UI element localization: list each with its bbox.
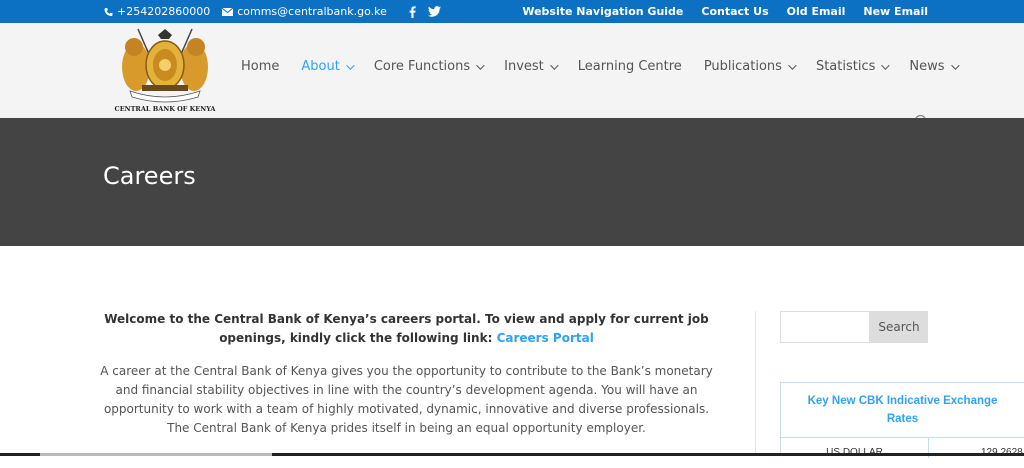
cbk-logo[interactable]: CENTRAL BANK OF KENYA [112,25,218,115]
phone-number: +254202860000 [117,5,211,18]
exchange-rates-title: Key New CBK Indicative Exchange Rates [781,383,1024,438]
chevron-down-icon [881,60,891,70]
intro-text: Welcome to the Central Bank of Kenya’s c… [104,312,709,345]
nav-publications[interactable]: Publications [703,59,797,74]
email-contact[interactable]: comms@centralbank.go.ke [222,5,387,18]
nav-home-label: Home [241,59,280,74]
nav-home[interactable]: Home [241,59,279,74]
new-email-link[interactable]: New Email [863,5,928,18]
nav-statistics[interactable]: Statistics [815,59,891,74]
twitter-icon[interactable] [427,6,441,17]
nav-learning-centre-label: Learning Centre [577,59,682,74]
envelope-icon [222,7,234,16]
nav-news[interactable]: News [909,59,960,74]
old-email-link[interactable]: Old Email [787,5,846,18]
nav-about[interactable]: About [301,59,355,74]
careers-portal-link[interactable]: Careers Portal [497,331,594,345]
chevron-down-icon [549,60,559,70]
phone-icon [104,7,113,16]
exchange-rates-widget: Key New CBK Indicative Exchange Rates US… [780,382,1024,458]
page-title: Careers [103,162,196,190]
chevron-down-icon [950,60,960,70]
page-hero: Careers [0,118,1024,246]
search-button[interactable]: Search [870,311,928,343]
facebook-icon[interactable] [409,5,416,18]
nav-core-functions[interactable]: Core Functions [373,59,485,74]
site-header: CENTRAL BANK OF KENYA Home About Core Fu… [0,23,1024,119]
chevron-down-icon [788,60,797,70]
top-bar: +254202860000 comms@centralbank.go.ke We… [0,0,1024,23]
phone-contact[interactable]: +254202860000 [104,5,210,18]
email-address: comms@centralbank.go.ke [237,5,387,18]
intro-paragraph: Welcome to the Central Bank of Kenya’s c… [100,310,713,348]
nav-core-functions-label: Core Functions [373,59,471,74]
nav-publications-label: Publications [703,59,782,74]
main-content: Welcome to the Central Bank of Kenya’s c… [100,310,713,438]
contact-us-link[interactable]: Contact Us [701,5,768,18]
search-input[interactable] [780,311,870,343]
coat-of-arms-icon [122,28,208,103]
content-divider [755,311,756,456]
nav-invest[interactable]: Invest [504,59,559,74]
nav-about-label: About [301,59,340,74]
careers-description: A career at the Central Bank of Kenya gi… [100,364,713,435]
nav-news-label: News [909,59,945,74]
chevron-down-icon [476,60,485,70]
nav-learning-centre[interactable]: Learning Centre [578,59,682,74]
main-navigation: Home About Core Functions Invest Learnin… [241,59,979,74]
nav-statistics-label: Statistics [815,59,876,74]
nav-invest-label: Invest [504,59,544,74]
logo-text: CENTRAL BANK OF KENYA [114,105,216,113]
website-navigation-guide-link[interactable]: Website Navigation Guide [522,5,683,18]
chevron-down-icon [345,60,355,70]
